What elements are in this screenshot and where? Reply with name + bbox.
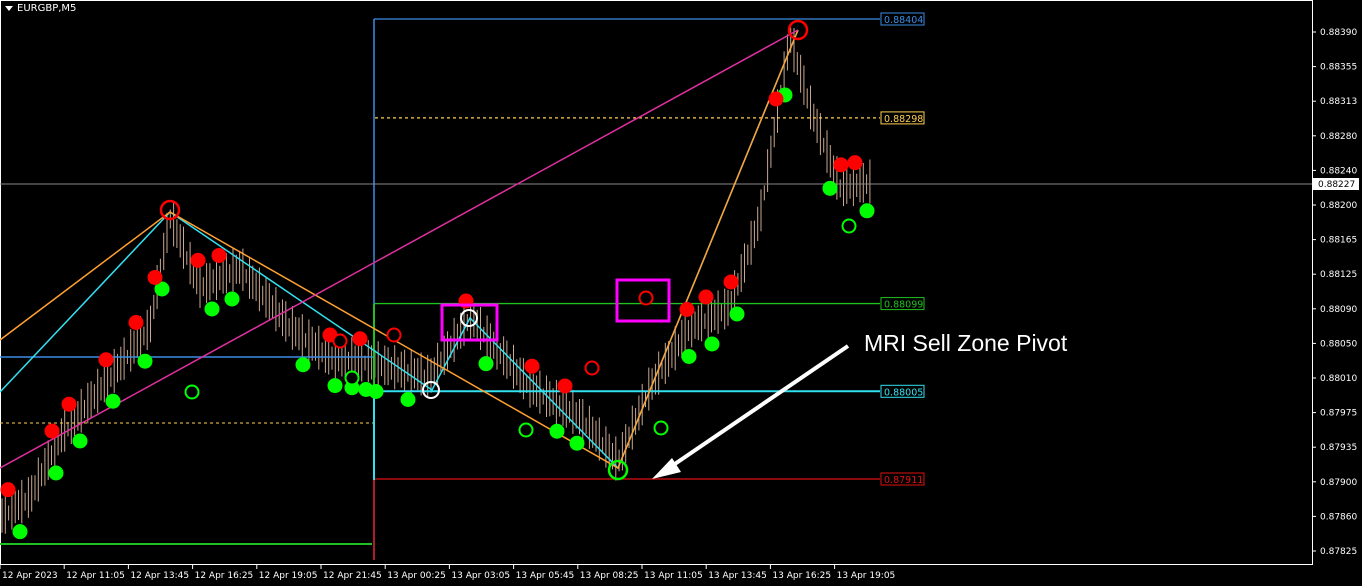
sell-dot <box>0 482 16 498</box>
price-tick-label: 0.88010 <box>1320 374 1357 384</box>
pivot-ring-icon <box>460 309 478 327</box>
time-tick-label: 13 Apr 03:05 <box>451 571 510 581</box>
price-tick-label: 0.87860 <box>1320 512 1357 522</box>
time-tick-label: 13 Apr 19:05 <box>837 571 896 581</box>
sell-dot <box>128 315 144 330</box>
time-tick-label: 13 Apr 16:25 <box>772 571 831 581</box>
down-arrow-icon <box>584 360 600 376</box>
price-chart[interactable]: 0.88404 0.88298 0.88099 0.88005 0.87911 0.882… <box>0 0 1362 586</box>
up-arrow-icon <box>653 420 669 436</box>
buy-dot <box>822 180 838 196</box>
down-arrow-icon <box>386 327 402 343</box>
sell-dot <box>557 378 573 394</box>
sell-dot <box>524 358 540 374</box>
buy-dot <box>48 465 64 481</box>
level-label-green: 0.88099 <box>884 300 923 311</box>
up-arrow-icon <box>841 218 857 234</box>
time-tick-label: 12 Apr 19:05 <box>259 571 318 581</box>
buy-dot <box>204 301 220 317</box>
buy-dot <box>12 524 28 540</box>
buy-dot <box>72 433 88 449</box>
time-tick-label: 13 Apr 05:45 <box>516 571 575 581</box>
buy-dot <box>704 336 720 352</box>
time-tick-label: 13 Apr 00:25 <box>387 571 446 581</box>
buy-dot <box>681 349 697 364</box>
buy-dot <box>105 393 121 409</box>
time-tick-label: 12 Apr 21:45 <box>323 571 382 581</box>
sell-dot <box>847 155 863 171</box>
buy-dot <box>569 435 585 451</box>
symbol-label[interactable]: EURGBP,M5 <box>5 3 76 14</box>
candlestick-series <box>1 27 871 534</box>
sell-dot <box>147 270 163 285</box>
sell-dot <box>98 352 114 368</box>
price-tick-label: 0.88165 <box>1320 236 1357 246</box>
sell-dot <box>698 289 714 305</box>
buy-dot <box>295 357 311 373</box>
buy-dot <box>327 378 343 394</box>
time-axis: 12 Apr 2023 12 Apr 11:05 12 Apr 13:45 12 Ap… <box>0 565 895 581</box>
symbol-text: EURGBP,M5 <box>17 3 77 14</box>
indicator-lines: 0.88404 0.88298 0.88099 0.88005 0.87911 0.882… <box>0 12 1359 560</box>
time-tick-label: 13 Apr 13:45 <box>708 571 767 581</box>
buy-dot <box>400 392 416 407</box>
sell-dot <box>723 274 739 290</box>
price-tick-label: 0.88313 <box>1320 97 1357 107</box>
signal-markers <box>0 19 875 540</box>
buy-dot <box>224 291 240 307</box>
sell-dot <box>352 331 368 347</box>
price-tick-label: 0.87935 <box>1320 443 1357 453</box>
price-tick-label: 0.88200 <box>1320 201 1357 211</box>
time-tick-label: 12 Apr 16:25 <box>195 571 254 581</box>
current-price-label: 0.88227 <box>1318 180 1355 190</box>
sell-dot <box>768 91 784 107</box>
time-tick-label: 13 Apr 11:05 <box>644 571 703 581</box>
buy-dot <box>478 356 494 372</box>
up-arrow-icon <box>184 384 200 400</box>
down-arrow-icon <box>638 290 654 306</box>
buy-dot <box>729 306 745 322</box>
down-arrow-icon <box>332 333 348 349</box>
annotation-text: MRI Sell Zone Pivot <box>864 330 1068 356</box>
sell-dot <box>211 248 227 263</box>
pivot-low-icon <box>607 459 629 481</box>
level-label-high: 0.88404 <box>884 15 923 26</box>
price-tick-label: 0.87900 <box>1320 478 1357 488</box>
buy-dot <box>549 423 565 439</box>
level-label-low: 0.87911 <box>884 475 923 486</box>
price-tick-label: 0.87975 <box>1320 409 1357 419</box>
price-tick-label: 0.88090 <box>1320 305 1357 315</box>
price-tick-label: 0.88280 <box>1320 132 1357 142</box>
sell-zone-boxes <box>440 278 671 342</box>
time-tick-label: 12 Apr 13:45 <box>130 571 189 581</box>
sell-dot <box>61 396 77 412</box>
sell-dot <box>679 302 695 317</box>
chart-frame <box>0 0 1313 565</box>
price-tick-label: 0.88050 <box>1320 339 1357 349</box>
price-tick-label: 0.88355 <box>1320 63 1357 73</box>
annotation-arrow <box>652 344 850 479</box>
price-tick-label: 0.88390 <box>1320 28 1357 38</box>
price-axis: 0.88390 0.88355 0.88313 0.88280 0.88240 0.882… <box>1312 28 1357 557</box>
buy-dot <box>368 384 384 399</box>
price-tick-label: 0.88240 <box>1320 166 1357 176</box>
up-arrow-icon <box>344 370 360 386</box>
level-label-cyan: 0.88005 <box>884 387 923 398</box>
price-tick-label: 0.87825 <box>1320 547 1357 557</box>
time-tick-label: 12 Apr 11:05 <box>66 571 125 581</box>
price-tick-label: 0.88125 <box>1320 270 1357 280</box>
sell-dot <box>190 252 206 268</box>
level-label-dotted: 0.88298 <box>884 114 923 125</box>
time-tick-label: 12 Apr 2023 <box>2 571 58 581</box>
sell-dot <box>44 423 60 439</box>
dropdown-triangle-icon <box>5 5 13 11</box>
time-tick-label: 13 Apr 08:25 <box>580 571 639 581</box>
up-arrow-icon <box>518 422 534 438</box>
buy-dot <box>137 353 153 369</box>
buy-dot <box>859 203 875 219</box>
sell-dot <box>833 157 849 173</box>
